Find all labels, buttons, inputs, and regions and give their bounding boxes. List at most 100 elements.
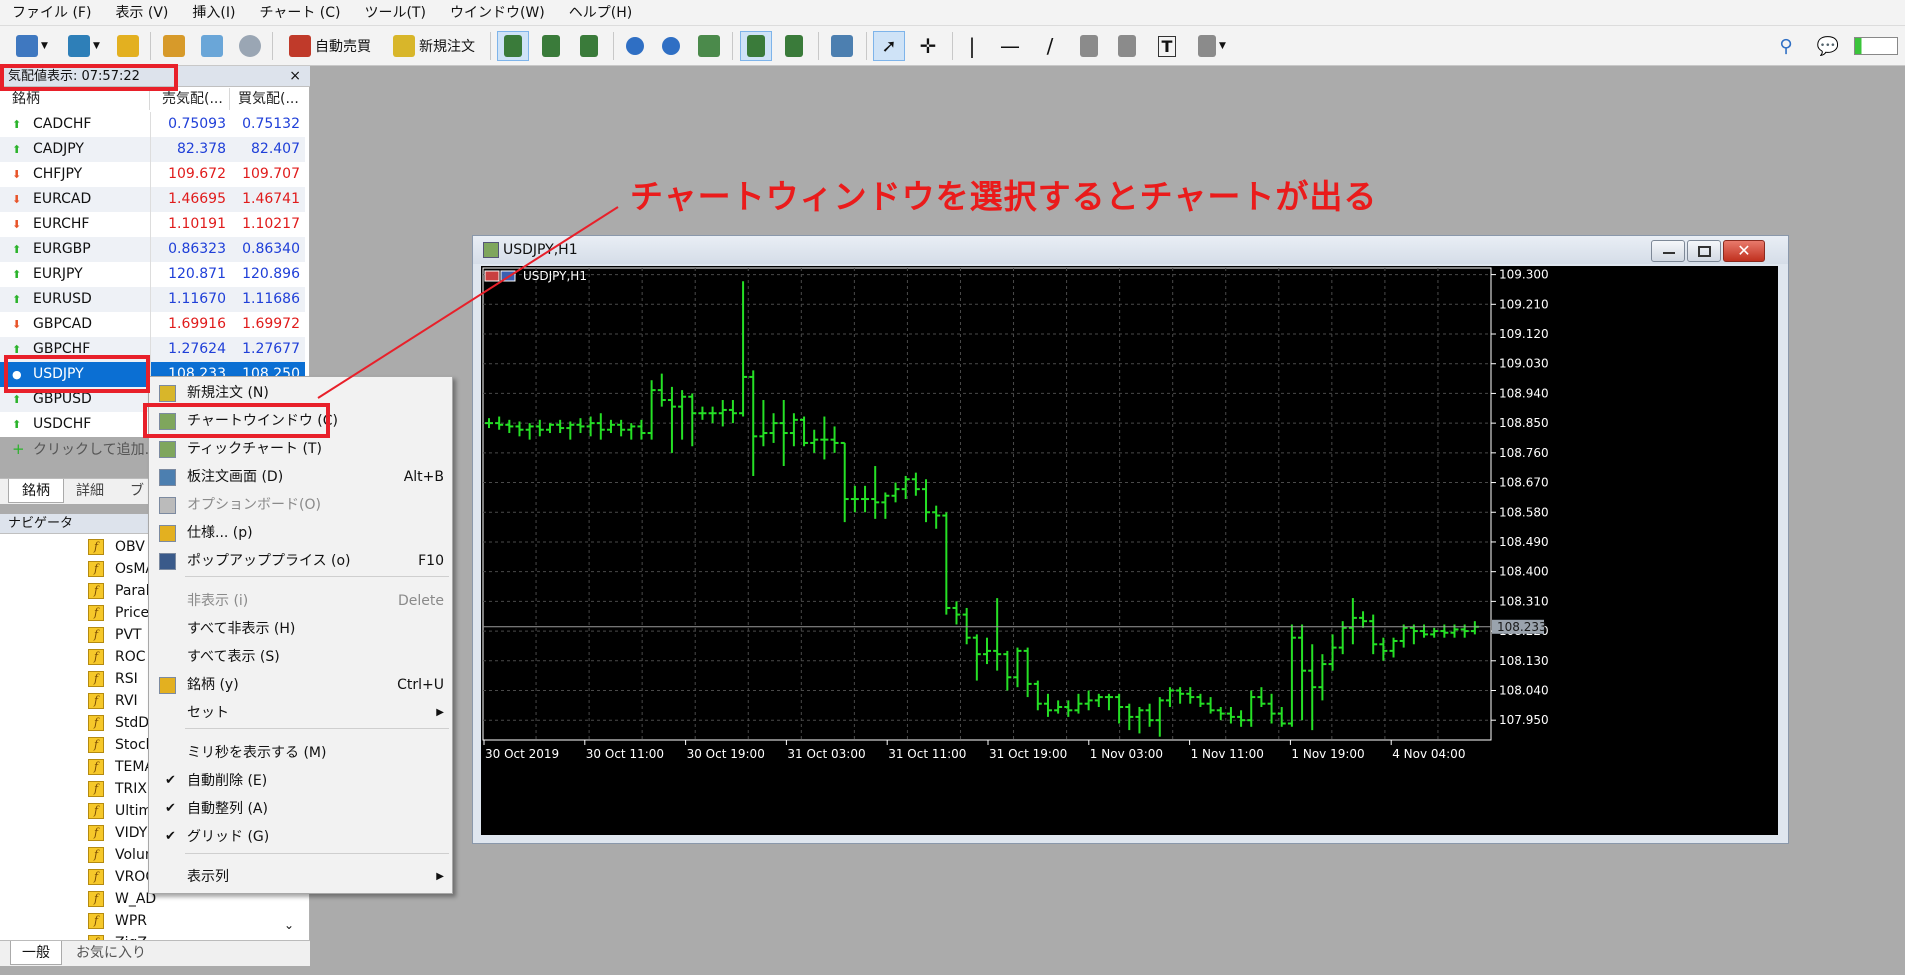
indicator-icon: f [88,781,104,797]
flag-jpy-icon [500,270,516,282]
tab-symbols[interactable]: 銘柄 [8,479,64,503]
indicators-button[interactable] [826,31,858,61]
y-tick-label: 108.130 [1499,654,1549,668]
menu-item-shortcut: Ctrl+U [397,677,444,693]
maximize-button[interactable] [1687,240,1721,262]
chart-area[interactable]: 109.300 109.210 109.120 109.030 108.940 108.8… [481,266,1778,835]
symbol-row[interactable]: ⬇ GBPCAD 1.69916 1.69972 [0,312,305,337]
tab-general[interactable]: 一般 [10,941,62,965]
symbol-row[interactable]: ⬆ EURGBP 0.86323 0.86340 [0,237,305,262]
menu-item-show-all[interactable]: すべて表示 (S) [149,643,452,671]
col-symbol[interactable]: 銘柄 [12,88,150,110]
col-bid[interactable]: 売気配(... [162,88,230,110]
trendline-icon: / [1046,34,1054,58]
scroll-down-icon[interactable]: ⌄ [284,918,294,932]
symbol-row[interactable]: ⬆ CADJPY 82.378 82.407 [0,137,305,162]
menu-file[interactable]: ファイル (F) [0,0,103,26]
menu-item-auto-arrange[interactable]: ✔ 自動整列 (A) [149,795,452,823]
close-icon[interactable]: × [289,66,301,87]
market-watch-button[interactable] [114,31,142,61]
indicator-icon: f [88,627,104,643]
fibonacci-button[interactable] [1112,31,1142,61]
new-order-button[interactable]: 新規注文 [386,31,482,61]
navigator-button[interactable] [198,31,226,61]
submenu-arrow-icon: ▶ [436,707,444,718]
menu-item-hide[interactable]: 非表示 (i) Delete [149,587,452,615]
menu-item-hide-all[interactable]: すべて非表示 (H) [149,615,452,643]
close-button[interactable]: ✕ [1723,240,1765,262]
arrows-button[interactable]: ▼ [1190,31,1234,61]
chat-button[interactable]: 💬 [1812,31,1844,61]
candlestick-button[interactable] [535,31,567,61]
zoom-out-button[interactable] [656,31,686,61]
line-chart-button[interactable] [573,31,605,61]
add-symbol-label: クリックして追加... [33,442,158,458]
symbols-icon [159,677,176,694]
y-tick-label: 109.300 [1499,268,1549,282]
cursor-button[interactable]: ➚ [873,31,905,61]
data-window-button[interactable] [160,31,188,61]
toolbar-separator [818,32,819,60]
tab-trading[interactable]: ブ [130,479,144,503]
menu-window[interactable]: ウインドウ(W) [438,0,557,26]
symbol-name: GBPCAD [33,316,93,332]
auto-trade-button[interactable]: 自動売買 [282,31,378,61]
auto-scroll-button[interactable] [740,31,772,61]
menu-help[interactable]: ヘルプ(H) [557,0,644,26]
horizontal-line-button[interactable]: — [996,31,1024,61]
symbol-row[interactable]: ⬇ EURCHF 1.10191 1.10217 [0,212,305,237]
tab-details[interactable]: 詳細 [76,479,104,503]
symbol-row[interactable]: ⬇ EURCAD 1.46695 1.46741 [0,187,305,212]
menu-item-label: ポップアッププライス (o) [187,553,351,569]
search-icon: ⚲ [1779,35,1793,57]
new-chart-button[interactable]: ▼ [10,31,54,61]
text-button[interactable]: T [1152,31,1182,61]
menu-item-depth-of-market[interactable]: 板注文画面 (D) Alt+B [149,463,452,491]
tile-windows-button[interactable] [694,31,724,61]
bid-price: 0.86323 [150,237,226,262]
vertical-line-button[interactable]: | [958,31,986,61]
menu-item-columns[interactable]: 表示列 ▶ [149,863,452,891]
new-order-icon [393,35,415,57]
y-tick-label: 108.940 [1499,386,1549,400]
dropdown-arrow-icon: ▼ [41,41,48,51]
menu-tools[interactable]: ツール(T) [352,0,437,26]
menu-item-label: 自動削除 (E) [187,773,268,789]
bar-chart-button[interactable] [497,31,529,61]
crosshair-button[interactable]: ✛ [912,31,944,61]
terminal-button[interactable] [236,31,264,61]
ask-price: 0.75132 [242,116,300,132]
trendline-button[interactable]: / [1036,31,1064,61]
menu-item-sets[interactable]: セット ▶ [149,699,452,727]
search-button[interactable]: ⚲ [1772,31,1800,61]
menu-item-popup-prices[interactable]: ポップアッププライス (o) F10 [149,547,452,575]
symbol-row[interactable]: ⬆ CADCHF 0.75093 0.75132 [0,112,305,137]
symbol-row[interactable]: ⬆ EURUSD 1.11670 1.11686 [0,287,305,312]
menu-item-grid[interactable]: ✔ グリッド (G) [149,823,452,851]
chart-symbol-label: USDJPY,H1 [523,269,587,283]
symbol-row[interactable]: ⬆ EURJPY 120.871 120.896 [0,262,305,287]
menu-item-show-milliseconds[interactable]: ミリ秒を表示する (M) [149,739,452,767]
menu-item-label: 銘柄 (y) [187,677,239,693]
menu-item-label: 自動整列 (A) [187,801,268,817]
menu-chart[interactable]: チャート (C) [247,0,352,26]
chart-window[interactable]: USDJPY,H1 ✕ 109.300 109.210 109.120 109.030… [472,235,1789,844]
minimize-button[interactable] [1651,240,1685,262]
chart-window-title[interactable]: USDJPY,H1 [473,236,1788,264]
menu-item-tick-chart[interactable]: ティックチャート (T) [149,435,452,463]
menu-view[interactable]: 表示 (V) [103,0,180,26]
equidistant-channel-button[interactable] [1074,31,1104,61]
chart-shift-button[interactable] [778,31,810,61]
indicator-label: OBV [115,539,145,555]
tab-favorites[interactable]: お気に入り [76,941,146,965]
symbol-row[interactable]: ⬇ CHFJPY 109.672 109.707 [0,162,305,187]
bid-price: 1.10191 [150,212,226,237]
menu-insert[interactable]: 挿入(I) [180,0,247,26]
menu-item-specification[interactable]: 仕様... (p) [149,519,452,547]
col-ask[interactable]: 買気配(... [238,88,304,110]
menu-item-auto-remove[interactable]: ✔ 自動削除 (E) [149,767,452,795]
menu-item-option-board[interactable]: オプションボード(O) [149,491,452,519]
menu-item-symbols[interactable]: 銘柄 (y) Ctrl+U [149,671,452,699]
zoom-in-button[interactable] [620,31,650,61]
profiles-button[interactable]: ▼ [62,31,106,61]
